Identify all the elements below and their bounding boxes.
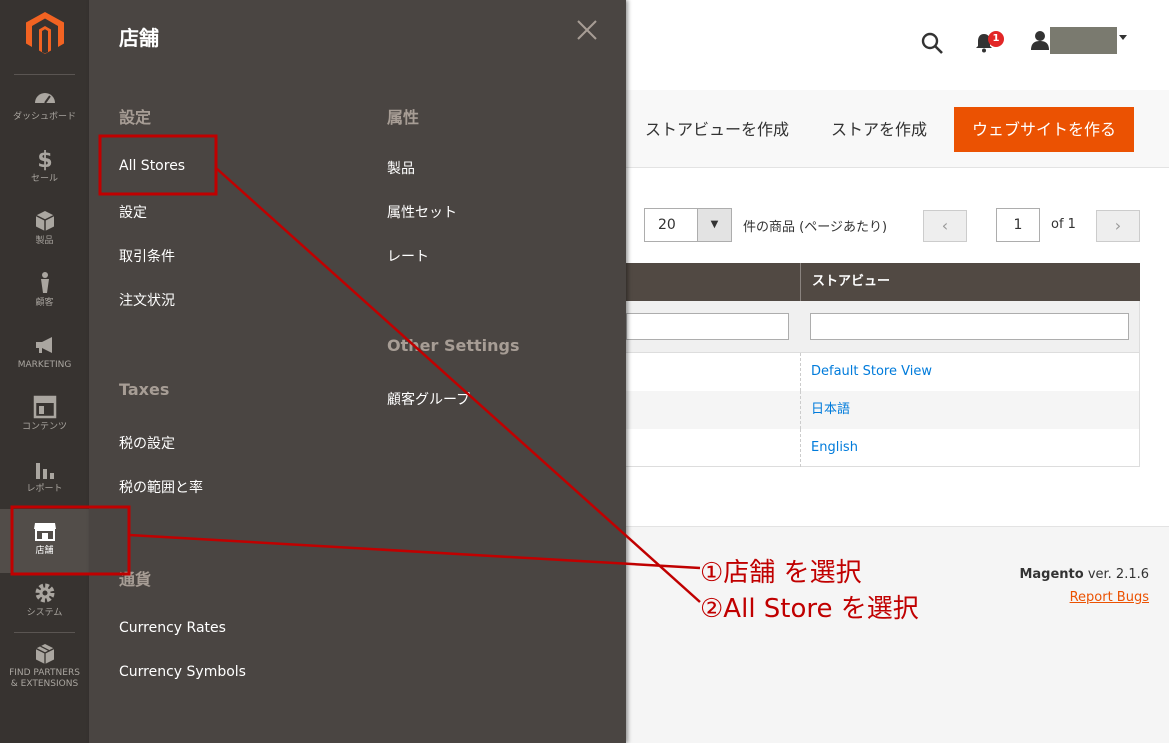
section-heading-settings: 設定 xyxy=(119,108,152,127)
sidebar-item-label: レポート xyxy=(26,484,63,494)
table-row: Default Store View xyxy=(626,353,1140,391)
store-view-link[interactable]: English xyxy=(800,429,1140,467)
admin-sidebar: ダッシュボード $ セール 製品 顧客 MARKETING コンテンツ レポート… xyxy=(0,0,89,743)
sidebar-item-label: システム xyxy=(26,608,63,618)
table-header: ストアビュー xyxy=(626,263,1140,301)
create-website-button[interactable]: ウェブサイトを作る xyxy=(954,107,1135,152)
menu-link-attribute-set[interactable]: 属性セット xyxy=(387,202,457,222)
column-store-view[interactable]: ストアビュー xyxy=(800,263,1140,301)
per-page-value: 20 xyxy=(658,217,676,233)
section-heading-currency: 通貨 xyxy=(119,570,152,589)
section-heading-taxes: Taxes xyxy=(119,380,170,399)
user-name-redacted[interactable] xyxy=(1050,27,1117,54)
notification-badge: 1 xyxy=(988,31,1004,47)
menu-link-tax-rules[interactable]: 税の設定 xyxy=(119,433,175,453)
chevron-left-icon: ‹ xyxy=(941,216,949,235)
per-page-label: 件の商品 (ページあたり) xyxy=(743,220,888,235)
table-row: English xyxy=(626,429,1140,467)
dashboard-icon xyxy=(34,93,55,104)
filter-row xyxy=(626,301,1140,353)
magento-logo-icon[interactable] xyxy=(26,12,64,54)
next-page-button[interactable]: › xyxy=(1096,210,1140,242)
page-actions: ストアビューを作成 ストアを作成 ウェブサイトを作る xyxy=(626,90,1169,168)
sidebar-item-sales[interactable]: $ セール xyxy=(0,147,89,209)
user-icon[interactable] xyxy=(1031,30,1049,50)
report-bugs-link[interactable]: Report Bugs xyxy=(1070,590,1149,605)
person-icon xyxy=(40,272,49,293)
menu-link-configuration[interactable]: 設定 xyxy=(119,202,147,222)
menu-link-currency-rates[interactable]: Currency Rates xyxy=(119,620,226,636)
cubes-icon xyxy=(35,644,54,664)
sidebar-divider xyxy=(14,74,75,75)
filter-input-store-view[interactable] xyxy=(810,313,1129,340)
brand-name: Magento xyxy=(1019,567,1084,582)
sidebar-item-label: 製品 xyxy=(35,236,54,246)
per-page-select[interactable]: 20 ▼ xyxy=(644,208,732,242)
menu-link-order-status[interactable]: 注文状況 xyxy=(119,290,175,310)
menu-link-customer-groups[interactable]: 顧客グループ xyxy=(387,389,470,409)
caret-down-icon[interactable]: ▼ xyxy=(697,209,731,241)
chevron-right-icon: › xyxy=(1114,216,1122,235)
filter-input-1[interactable] xyxy=(626,313,789,340)
layout-icon xyxy=(33,395,56,419)
store-view-link[interactable]: 日本語 xyxy=(800,391,1140,429)
sidebar-item-find-partners[interactable]: FIND PARTNERS & EXTENSIONS xyxy=(0,643,89,703)
sidebar-item-customers[interactable]: 顧客 xyxy=(0,271,89,333)
menu-link-product-attributes[interactable]: 製品 xyxy=(387,158,415,178)
annotation-step-2: ②All Store を選択 xyxy=(700,594,919,624)
sidebar-item-system[interactable]: システム xyxy=(0,581,89,643)
search-icon[interactable] xyxy=(920,31,944,55)
section-heading-other-settings: Other Settings xyxy=(387,336,520,355)
menu-link-tax-zones[interactable]: 税の範囲と率 xyxy=(119,477,203,497)
sidebar-divider xyxy=(14,632,75,633)
menu-link-terms[interactable]: 取引条件 xyxy=(119,246,175,266)
page-total: of 1 xyxy=(1051,217,1076,232)
megaphone-icon xyxy=(35,337,52,353)
create-store-button[interactable]: ストアを作成 xyxy=(831,107,927,152)
label-line: & EXTENSIONS xyxy=(10,679,79,689)
annotation-step-1: ①店舗 を選択 xyxy=(700,558,862,588)
sidebar-item-label: コンテンツ xyxy=(21,422,67,432)
close-icon[interactable] xyxy=(575,18,599,42)
menu-link-all-stores[interactable]: All Stores xyxy=(119,158,185,174)
version-text: ver. 2.1.6 xyxy=(1087,567,1149,582)
page-input[interactable]: 1 xyxy=(996,208,1040,242)
svg-text:$: $ xyxy=(37,148,52,171)
sidebar-item-label: 顧客 xyxy=(35,298,54,308)
sidebar-item-label: 店舗 xyxy=(35,546,54,556)
menu-link-currency-symbols[interactable]: Currency Symbols xyxy=(119,664,246,680)
grid-controls: 20 ▼ 件の商品 (ページあたり) ‹ 1 of 1 › xyxy=(626,168,1169,263)
sidebar-item-stores[interactable]: 店舗 xyxy=(0,509,89,573)
table-row: 日本語 xyxy=(626,391,1140,429)
sidebar-item-label: MARKETING xyxy=(17,360,72,370)
prev-page-button[interactable]: ‹ xyxy=(923,210,967,242)
stores-menu-panel: 店舗 設定 All Stores 設定 取引条件 注文状況 Taxes 税の設定… xyxy=(89,0,626,743)
chevron-down-icon[interactable] xyxy=(1119,35,1127,40)
storefront-icon xyxy=(33,523,56,541)
store-view-link[interactable]: Default Store View xyxy=(800,353,1140,391)
sidebar-item-dashboard[interactable]: ダッシュボード xyxy=(0,85,89,147)
sidebar-item-label: FIND PARTNERS & EXTENSIONS xyxy=(0,668,89,690)
sidebar-item-products[interactable]: 製品 xyxy=(0,209,89,271)
section-heading-attributes: 属性 xyxy=(387,108,420,127)
gear-icon xyxy=(35,583,54,603)
bar-chart-icon xyxy=(35,463,54,479)
create-store-view-button[interactable]: ストアビューを作成 xyxy=(645,107,789,152)
stores-table: ストアビュー Default Store View 日本語 English xyxy=(626,263,1140,467)
box-icon xyxy=(35,211,54,231)
dollar-icon: $ xyxy=(37,148,52,171)
sidebar-item-label: セール xyxy=(30,174,58,184)
panel-title: 店舗 xyxy=(119,26,159,50)
sidebar-item-marketing[interactable]: MARKETING xyxy=(0,333,89,395)
version-info: Magento ver. 2.1.6 xyxy=(1019,567,1149,582)
sidebar-item-content[interactable]: コンテンツ xyxy=(0,395,89,457)
menu-link-rating[interactable]: レート xyxy=(387,246,429,266)
label-line: FIND PARTNERS xyxy=(9,668,80,678)
sidebar-item-label: ダッシュボード xyxy=(12,112,76,122)
